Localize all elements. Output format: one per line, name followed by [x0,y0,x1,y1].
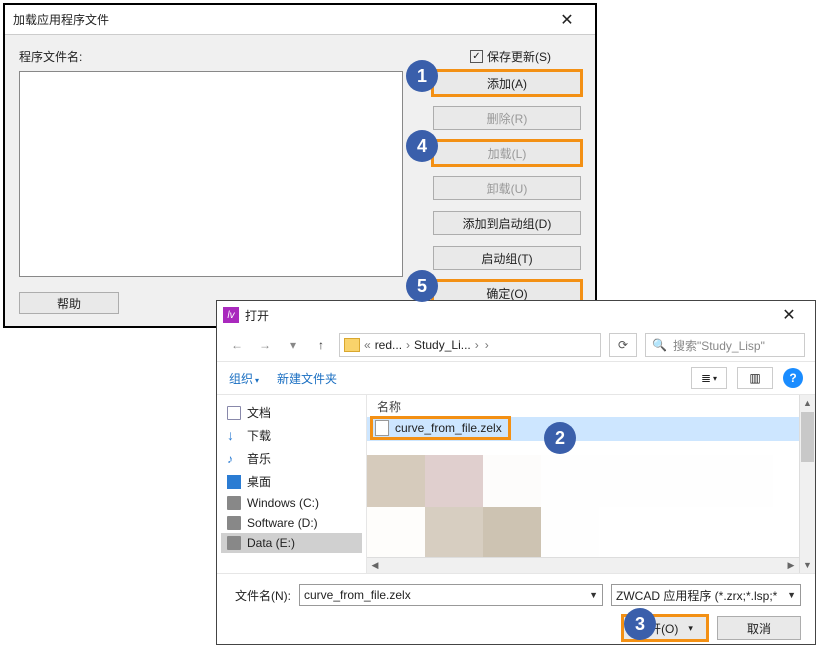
filename-value: curve_from_file.zelx [304,588,589,602]
new-folder-button[interactable]: 新建文件夹 [277,370,337,387]
chevron-down-icon: ▾ [688,623,693,634]
download-icon: ↓ [227,429,241,443]
chevron-down-icon: ▼ [589,590,598,600]
app-icon: lv [223,307,239,323]
cancel-button[interactable]: 取消 [717,616,801,640]
filetype-combo[interactable]: ZWCAD 应用程序 (*.zrx;*.lsp;* ▼ [611,584,801,606]
folder-tree[interactable]: 文档 ↓下载 ♪音乐 桌面 Windows (C:) Software (D:)… [217,395,367,573]
tree-item-music[interactable]: ♪音乐 [221,447,362,470]
nav-up-icon[interactable]: ↑ [311,335,331,355]
folder-icon [344,338,360,352]
panel-icon: ▥ [749,371,760,385]
search-input[interactable]: 🔍 搜索"Study_Lisp" [645,333,805,357]
scroll-up-icon[interactable]: ▲ [800,395,815,411]
file-name-label: curve_from_file.zelx [395,421,502,435]
nav-history-dropdown-icon[interactable]: ▾ [283,335,303,355]
organize-menu[interactable]: 组织▾ [229,370,259,387]
save-update-checkbox[interactable]: ✓ 保存更新(S) [470,48,551,65]
tree-item-c-drive[interactable]: Windows (C:) [221,493,362,513]
breadcrumb-overflow: « [362,338,373,352]
open-toolbar: 组织▾ 新建文件夹 ≣ ▾ ▥ ? [217,361,815,395]
filetype-value: ZWCAD 应用程序 (*.zrx;*.lsp;* [616,587,787,604]
chevron-down-icon: ▼ [787,590,796,600]
step-marker-4: 4 [406,130,438,162]
open-dialog-title: 打开 [245,307,769,324]
scroll-down-icon[interactable]: ▼ [800,557,815,573]
vertical-scrollbar[interactable]: ▲ ▼ [799,395,815,573]
filename-combo[interactable]: curve_from_file.zelx ▼ [299,584,603,606]
checkbox-mark-icon: ✓ [470,50,483,63]
open-navbar: ← → ▾ ↑ « red... › Study_Li... › › ⟳ 🔍 搜… [217,329,815,361]
chevron-down-icon: ▾ [255,376,259,385]
thumbnail-area [367,455,807,559]
drive-icon [227,496,241,510]
startup-group-button[interactable]: 启动组(T) [433,246,581,270]
scroll-left-icon[interactable]: ◀ [367,558,383,573]
drive-icon [227,516,241,530]
program-file-listbox[interactable] [19,71,403,277]
filename-label: 文件名(N): [231,587,291,604]
tree-item-e-drive[interactable]: Data (E:) [221,533,362,553]
breadcrumb-segment[interactable]: red... [375,338,402,352]
file-item[interactable]: curve_from_file.zelx [373,419,508,437]
unload-button[interactable]: 卸载(U) [433,176,581,200]
close-button[interactable]: ✕ [547,5,587,35]
add-to-startup-button[interactable]: 添加到启动组(D) [433,211,581,235]
nav-back-icon[interactable]: ← [227,335,247,355]
load-titlebar: 加载应用程序文件 ✕ [5,5,595,35]
load-dialog-title: 加载应用程序文件 [13,11,547,28]
help-button[interactable]: 帮助 [19,292,119,314]
horizontal-scrollbar[interactable]: ◀ ▶ [367,557,799,573]
search-placeholder: 搜索"Study_Lisp" [673,337,765,354]
list-view-icon: ≣ [701,371,711,385]
add-button[interactable]: 添加(A) [433,71,581,95]
file-list-label: 程序文件名: [19,48,470,65]
scroll-right-icon[interactable]: ▶ [783,558,799,573]
document-icon [227,406,241,420]
breadcrumb-tail-icon[interactable]: › [483,338,491,352]
chevron-down-icon: ▾ [713,374,717,383]
breadcrumb-separator-icon: › [473,338,481,352]
open-file-dialog: lv 打开 ✕ ← → ▾ ↑ « red... › Study_Li... ›… [216,300,816,645]
close-button[interactable]: ✕ [769,301,809,329]
file-row[interactable]: curve_from_file.zelx [367,417,815,441]
step-marker-2: 2 [544,422,576,454]
open-body: 文档 ↓下载 ♪音乐 桌面 Windows (C:) Software (D:)… [217,395,815,573]
column-header-name[interactable]: 名称 [367,395,815,417]
file-list-panel: 名称 curve_from_file.zelx [367,395,815,573]
preview-pane-button[interactable]: ▥ [737,367,773,389]
tree-item-desktop[interactable]: 桌面 [221,470,362,493]
breadcrumb[interactable]: « red... › Study_Li... › › [339,333,601,357]
delete-button[interactable]: 删除(R) [433,106,581,130]
desktop-icon [227,475,241,489]
load-button[interactable]: 加载(L) [433,141,581,165]
tree-item-d-drive[interactable]: Software (D:) [221,513,362,533]
load-app-dialog: 加载应用程序文件 ✕ 程序文件名: ✓ 保存更新(S) 添加(A) 删除(R) … [3,3,597,328]
search-icon: 🔍 [652,338,667,352]
music-icon: ♪ [227,452,241,466]
open-titlebar: lv 打开 ✕ [217,301,815,329]
help-icon[interactable]: ? [783,368,803,388]
view-mode-button[interactable]: ≣ ▾ [691,367,727,389]
step-marker-5: 5 [406,270,438,302]
refresh-button[interactable]: ⟳ [609,333,637,357]
file-icon [375,420,389,436]
tree-item-documents[interactable]: 文档 [221,401,362,424]
breadcrumb-separator-icon: › [404,338,412,352]
save-update-label: 保存更新(S) [487,48,551,65]
scroll-thumb[interactable] [801,412,814,462]
breadcrumb-segment[interactable]: Study_Li... [414,338,471,352]
step-marker-1: 1 [406,60,438,92]
nav-forward-icon[interactable]: → [255,335,275,355]
tree-item-downloads[interactable]: ↓下载 [221,424,362,447]
open-bottom-bar: 文件名(N): curve_from_file.zelx ▼ ZWCAD 应用程… [217,573,815,652]
drive-icon [227,536,241,550]
step-marker-3: 3 [624,608,656,640]
